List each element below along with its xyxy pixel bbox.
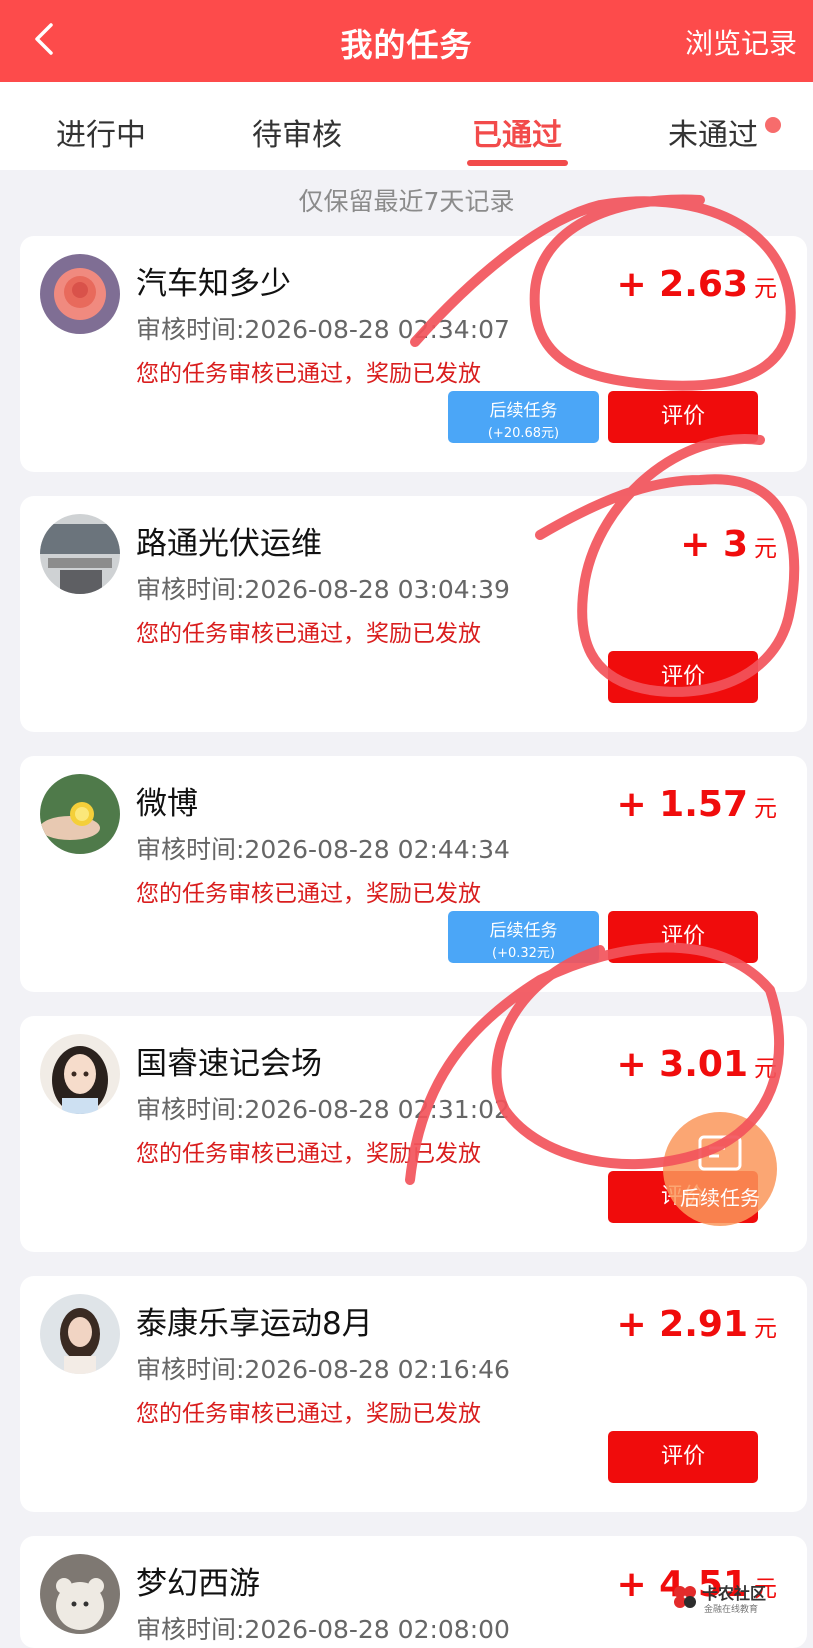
avatar — [40, 774, 120, 854]
review-time: 审核时间:2026-08-28 02:31:02 — [136, 1095, 510, 1124]
review-button[interactable]: 评价 — [608, 911, 758, 963]
reward-amount: + 3元 — [680, 524, 777, 565]
review-time: 审核时间:2026-08-28 02:08:00 — [136, 1615, 510, 1644]
teddy-bear-image — [40, 1554, 120, 1634]
reward-amount: + 3.01 元 — [616, 1044, 777, 1085]
unread-dot — [765, 117, 781, 133]
review-button[interactable]: 评价 — [608, 391, 758, 443]
reward-amount: + 1.57 元 — [616, 784, 777, 825]
review-button[interactable]: 评价 — [608, 651, 758, 703]
avatar — [40, 1294, 120, 1374]
status-tabs: 进行中 待审核 已通过 未通过 — [0, 82, 813, 170]
avatar — [40, 514, 120, 594]
browse-history-link[interactable]: 浏览记录 — [685, 22, 797, 62]
top-nav-bar: 我的任务 浏览记录 — [0, 0, 813, 82]
avatar — [40, 1554, 120, 1634]
avatar — [40, 254, 120, 334]
task-name: 路通光伏运维 — [136, 526, 322, 562]
reward-amount: + 2.91 元 — [616, 1304, 777, 1345]
task-card[interactable]: 微博 审核时间:2026-08-28 02:44:34 您的任务审核已通过，奖励… — [20, 756, 807, 992]
followup-task-fab[interactable]: 后续任务 — [663, 1112, 777, 1226]
tab-pending-review[interactable]: 待审核 — [252, 110, 342, 154]
reward-amount: + 2.63 元 — [616, 264, 777, 305]
followup-task-button[interactable]: 后续任务 (+20.68元) — [448, 391, 599, 443]
office-image — [40, 514, 120, 594]
task-card[interactable]: 路通光伏运维 审核时间:2026-08-28 03:04:39 您的任务审核已通… — [20, 496, 807, 732]
review-time: 审核时间:2026-08-28 02:16:46 — [136, 1355, 510, 1384]
review-button[interactable]: 评价 — [608, 1431, 758, 1483]
tab-in-progress[interactable]: 进行中 — [56, 110, 146, 154]
watermark-logo: 卡农社区 金融在线教育 — [672, 1580, 802, 1620]
lemon-image — [40, 774, 120, 854]
clover-logo-icon — [674, 1586, 696, 1608]
status-text: 您的任务审核已通过，奖励已发放 — [136, 621, 481, 647]
retention-notice: 仅保留最近7天记录 — [298, 187, 515, 216]
task-name: 泰康乐享运动8月 — [136, 1306, 373, 1342]
status-text: 您的任务审核已通过，奖励已发放 — [136, 1141, 481, 1167]
task-card[interactable]: 泰康乐享运动8月 审核时间:2026-08-28 02:16:46 您的任务审核… — [20, 1276, 807, 1512]
followup-task-button[interactable]: 后续任务 (+0.32元) — [448, 911, 599, 963]
review-time: 审核时间:2026-08-28 02:34:07 — [136, 315, 510, 344]
ticket-icon — [698, 1135, 742, 1171]
tab-rejected[interactable]: 未通过 — [668, 110, 758, 154]
status-text: 您的任务审核已通过，奖励已发放 — [136, 1401, 481, 1427]
woman-photo-image — [40, 1294, 120, 1374]
task-card[interactable]: 汽车知多少 审核时间:2026-08-28 02:34:07 您的任务审核已通过… — [20, 236, 807, 472]
task-name: 国睿速记会场 — [136, 1046, 322, 1082]
task-name: 梦幻西游 — [136, 1566, 260, 1602]
tab-approved[interactable]: 已通过 — [472, 110, 562, 154]
task-name: 汽车知多少 — [136, 266, 291, 302]
avatar — [40, 1034, 120, 1114]
active-tab-indicator — [467, 160, 568, 166]
review-time: 审核时间:2026-08-28 02:44:34 — [136, 835, 510, 864]
task-name: 微博 — [136, 786, 198, 822]
status-text: 您的任务审核已通过，奖励已发放 — [136, 361, 481, 387]
status-text: 您的任务审核已通过，奖励已发放 — [136, 881, 481, 907]
girl-illustration-image — [40, 1034, 120, 1114]
review-time: 审核时间:2026-08-28 03:04:39 — [136, 575, 510, 604]
rose-image — [40, 254, 120, 334]
